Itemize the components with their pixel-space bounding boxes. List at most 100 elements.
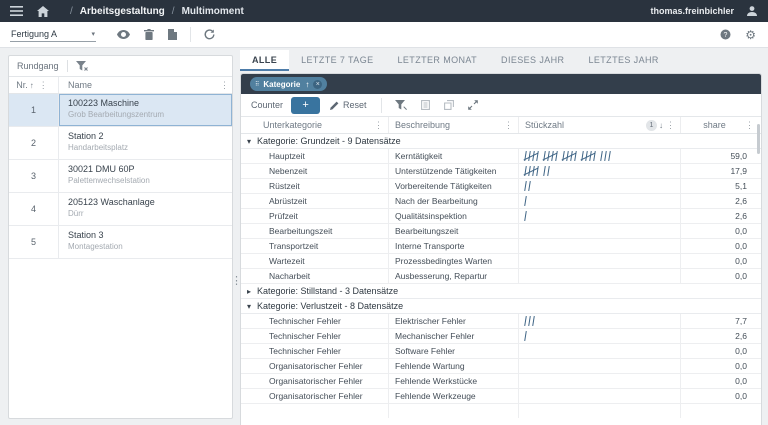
station-name: 100223 Maschine xyxy=(68,98,224,108)
cell-beschreibung: Fehlende Wartung xyxy=(389,359,519,373)
column-header-stueckzahl[interactable]: Stückzahl 1 ↓ ⋮ xyxy=(519,117,681,133)
group-row[interactable]: ▾Kategorie: Verlustzeit - 8 Datensätze xyxy=(241,299,761,314)
column-header-unterkategorie[interactable]: Unterkategorie ⋮ xyxy=(257,117,389,133)
table-row[interactable]: PrüfzeitQualitätsinspektion2,6 xyxy=(241,209,761,224)
rundgang-row[interactable]: 2Station 2Handarbeitsplatz xyxy=(9,127,232,160)
column-menu-icon[interactable]: ⋮ xyxy=(501,120,516,131)
group-chip-kategorie[interactable]: ⠿ Kategorie ↑ × xyxy=(250,77,327,91)
delete-icon[interactable] xyxy=(144,29,154,40)
expand-icon[interactable]: ▸ xyxy=(241,287,257,296)
row-name-cell[interactable]: 100223 Maschine Grob Bearbeitungszentrum xyxy=(59,94,232,126)
tab-dieses-jahr[interactable]: DIESES JAHR xyxy=(489,50,576,71)
rundgang-row[interactable]: 1100223 MaschineGrob Bearbeitungszentrum xyxy=(9,94,232,127)
export-icon[interactable] xyxy=(421,100,430,110)
home-icon[interactable] xyxy=(37,6,49,17)
table-row[interactable]: TransportzeitInterne Transporte0,0 xyxy=(241,239,761,254)
reset-button[interactable]: Reset xyxy=(330,100,367,110)
column-header-nr[interactable]: Nr. ↑ ⋮ xyxy=(9,77,59,93)
chip-close-icon[interactable]: × xyxy=(313,80,322,89)
cell-beschreibung: Vorbereitende Tätigkeiten xyxy=(389,179,519,193)
group-chip-label: Kategorie xyxy=(263,80,300,89)
user-icon[interactable] xyxy=(746,5,758,17)
table-row[interactable]: BearbeitungszeitBearbeitungszeit0,0 xyxy=(241,224,761,239)
tab-letzte-7-tage[interactable]: LETZTE 7 TAGE xyxy=(289,50,385,71)
column-label: Unterkategorie xyxy=(263,120,371,130)
tab-alle[interactable]: ALLE xyxy=(240,50,289,71)
table-row[interactable]: NebenzeitUnterstützende Tätigkeiten17,9 xyxy=(241,164,761,179)
refresh-icon[interactable] xyxy=(204,29,215,40)
scrollbar-thumb[interactable] xyxy=(757,124,760,154)
column-header-beschreibung[interactable]: Beschreibung ⋮ xyxy=(389,117,519,133)
column-menu-icon[interactable]: ⋮ xyxy=(217,80,232,91)
rundgang-row[interactable]: 4205123 WaschanlageDürr xyxy=(9,193,232,226)
reset-button-label: Reset xyxy=(343,100,367,110)
rundgang-row[interactable]: 330021 DMU 60PPalettenwechselstation xyxy=(9,160,232,193)
table-row[interactable]: Technischer FehlerSoftware Fehler0,0 xyxy=(241,344,761,359)
drag-handle-icon[interactable]: ⠿ xyxy=(255,81,259,88)
table-row[interactable]: Organisatorischer FehlerFehlende Wartung… xyxy=(241,359,761,374)
cell-stueckzahl xyxy=(519,194,681,208)
cell-share: 0,0 xyxy=(681,374,759,388)
table-row[interactable]: Technischer FehlerElektrischer Fehler7,7 xyxy=(241,314,761,329)
tally-marks xyxy=(525,196,526,206)
cell-unterkategorie: Nacharbeit xyxy=(257,269,389,283)
tally-remainder xyxy=(601,151,610,161)
table-row[interactable]: Technischer FehlerMechanischer Fehler2,6 xyxy=(241,329,761,344)
station-select[interactable]: Fertigung A ▾ xyxy=(10,27,96,42)
menu-icon[interactable] xyxy=(10,6,23,16)
add-count-button[interactable]: + xyxy=(291,97,320,114)
column-header-name[interactable]: Name ⋮ xyxy=(59,77,232,93)
row-name-cell[interactable]: 30021 DMU 60PPalettenwechselstation xyxy=(59,160,232,192)
cell-beschreibung: Software Fehler xyxy=(389,344,519,358)
main-table-header: Unterkategorie ⋮ Beschreibung ⋮ Stückzah… xyxy=(241,117,761,134)
file-icon[interactable] xyxy=(168,29,177,40)
help-icon[interactable]: ? xyxy=(720,29,731,40)
column-menu-icon[interactable]: ⋮ xyxy=(742,120,757,131)
table-row[interactable]: AbrüstzeitNach der Bearbeitung2,6 xyxy=(241,194,761,209)
tab-letzter-monat[interactable]: LETZTER MONAT xyxy=(386,50,490,71)
rundgang-tab[interactable]: Rundgang xyxy=(17,61,59,71)
rundgang-row[interactable]: 5Station 3Montagestation xyxy=(9,226,232,259)
table-row[interactable]: NacharbeitAusbesserung, Repartur0,0 xyxy=(241,269,761,284)
table-row[interactable]: Organisatorischer FehlerFehlende Werkzeu… xyxy=(241,389,761,404)
cell-unterkategorie: Organisatorischer Fehler xyxy=(257,374,389,388)
cell-share: 5,1 xyxy=(681,179,759,193)
row-gutter xyxy=(241,239,257,253)
collapse-icon[interactable]: ▾ xyxy=(241,302,257,311)
tally-marks xyxy=(525,181,530,191)
column-menu-icon[interactable]: ⋮ xyxy=(663,120,678,131)
table-row[interactable]: RüstzeitVorbereitende Tätigkeiten5,1 xyxy=(241,179,761,194)
column-menu-icon[interactable]: ⋮ xyxy=(371,120,386,131)
row-name-cell[interactable]: 205123 WaschanlageDürr xyxy=(59,193,232,225)
pencil-icon xyxy=(330,101,339,110)
gear-icon[interactable]: ⚙ xyxy=(745,28,756,42)
group-row[interactable]: ▾Kategorie: Grundzeit - 9 Datensätze xyxy=(241,134,761,149)
filter-icon[interactable] xyxy=(395,100,407,110)
sort-asc-icon[interactable]: ↑ xyxy=(305,80,309,89)
column-label: Stückzahl xyxy=(525,120,646,130)
column-menu-icon[interactable]: ⋮ xyxy=(36,80,51,91)
column-header-share[interactable]: share ⋮ xyxy=(681,117,759,133)
counter-label: Counter xyxy=(251,100,283,110)
station-subtitle: Handarbeitsplatz xyxy=(68,143,224,152)
filter-remove-icon[interactable] xyxy=(76,61,88,71)
group-row[interactable]: ▸Kategorie: Stillstand - 3 Datensätze xyxy=(241,284,761,299)
eye-icon[interactable] xyxy=(117,30,130,39)
table-row[interactable]: WartezeitProzessbedingtes Warten0,0 xyxy=(241,254,761,269)
table-row[interactable]: HauptzeitKerntätigkeit59,0 xyxy=(241,149,761,164)
tab-letztes-jahr[interactable]: LETZTES JAHR xyxy=(576,50,670,71)
tally-tick xyxy=(524,316,527,326)
tally-remainder xyxy=(525,196,526,206)
expand-icon[interactable] xyxy=(468,100,478,110)
station-subtitle: Grob Bearbeitungszentrum xyxy=(68,110,224,119)
row-name-cell[interactable]: Station 3Montagestation xyxy=(59,226,232,258)
copy-icon[interactable] xyxy=(444,100,454,110)
column-header-nr-label: Nr. xyxy=(16,80,28,90)
row-name-cell[interactable]: Station 2Handarbeitsplatz xyxy=(59,127,232,159)
tally-tick xyxy=(524,181,527,191)
table-row[interactable]: Organisatorischer FehlerFehlende Werkstü… xyxy=(241,374,761,389)
breadcrumb-arbeitsgestaltung[interactable]: Arbeitsgestaltung xyxy=(80,6,165,17)
row-gutter xyxy=(241,224,257,238)
collapse-icon[interactable]: ▾ xyxy=(241,137,257,146)
cell-stueckzahl xyxy=(519,389,681,403)
